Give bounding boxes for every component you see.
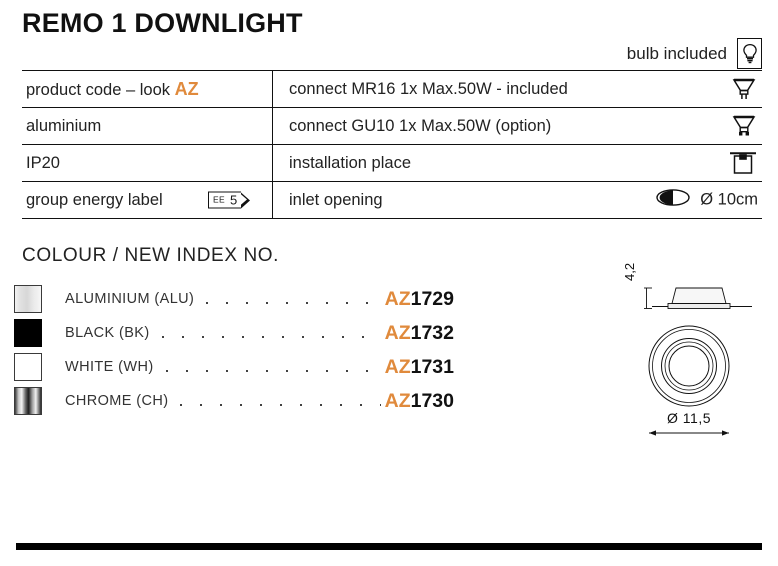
spec-label: aluminium [26,116,102,135]
ceiling-recessed-icon [728,149,758,177]
product-code-prefix: AZ [384,321,411,344]
spec-label: product code – look AZ [26,78,199,99]
mr16-lamp-icon [730,76,758,102]
spec-value: connect GU10 1x Max.50W (option) [289,116,552,135]
dot-leader [152,324,381,342]
list-item: CHROME (CH) AZ1730 [14,384,454,418]
spec-cell-gu10: connect GU10 1x Max.50W (option) [272,107,762,145]
dot-leader [156,358,381,376]
product-code-prefix: AZ [384,389,411,412]
colour-name: WHITE (WH) [65,359,154,375]
gu10-lamp-icon [730,113,758,139]
product-code: AZ1731 [385,356,454,379]
energy-label-value: 5 [229,192,238,208]
chrome-swatch [14,387,42,415]
spec-cell-material: aluminium [22,107,273,145]
product-code-number: 1731 [410,355,454,378]
bulb-included-note: bulb included [627,38,762,69]
spec-value: installation place [289,153,411,172]
spec-value: connect MR16 1x Max.50W - included [289,79,568,98]
energy-label-arrow-icon [240,192,251,208]
product-code: AZ1732 [385,322,454,345]
colour-name: CHROME (CH) [65,393,169,409]
footer-bar [16,543,762,550]
spec-cell-ip-rating: IP20 [22,144,273,182]
product-code-prefix: AZ [384,287,411,310]
dot-leader [197,290,381,308]
technical-drawings: 4,2 Ø 11,5 [600,258,778,448]
table-row: group energy label EE 5 inlet opening Ø … [22,181,763,219]
table-row: aluminium connect GU10 1x Max.50W (optio… [22,107,762,145]
side-view-drawing [652,287,752,309]
colour-name: ALUMINIUM (ALU) [65,291,195,307]
aluminium-swatch [14,285,42,313]
top-view-dimension-arrow [649,430,729,436]
az-accent-text: AZ [174,78,199,99]
white-swatch [14,353,42,381]
top-view-drawing [648,325,730,407]
energy-label-badge: EE 5 [208,191,251,209]
spec-label: group energy label [26,190,163,209]
side-view-dimension-label: 4,2 [622,262,637,281]
table-row: IP20 installation place [22,144,762,182]
spec-cell-installation-place: installation place [272,144,762,182]
page-title: REMO 1 DOWNLIGHT [22,8,303,38]
spec-cell-product-code: product code – look AZ [22,70,273,108]
product-code-number: 1732 [410,321,454,344]
light-bulb-icon [737,38,762,69]
side-view-dimension [644,287,652,309]
list-item: BLACK (BK) AZ1732 [14,316,454,350]
spec-cell-inlet-opening: inlet opening Ø 10cm [273,182,763,219]
specification-table: product code – look AZ connect MR16 1x M… [22,70,762,219]
spec-value: inlet opening [289,190,383,209]
list-item: WHITE (WH) AZ1731 [14,350,454,384]
colour-index-list: ALUMINIUM (ALU) AZ1729 BLACK (BK) AZ1732… [14,282,454,418]
list-item: ALUMINIUM (ALU) AZ1729 [14,282,454,316]
inlet-opening-icon [655,188,691,213]
table-row: product code – look AZ connect MR16 1x M… [22,70,762,108]
bulb-included-label: bulb included [626,43,727,63]
dot-leader [171,392,381,410]
energy-label-prefix: EE [213,194,225,205]
inlet-opening-value: Ø 10cm [700,190,758,209]
energy-label-box: EE 5 [208,191,242,209]
top-view-dimension-label: Ø 11,5 [667,410,711,426]
colour-name: BLACK (BK) [65,325,150,341]
colour-section-heading: COLOUR / NEW INDEX NO. [22,245,280,266]
product-code-number: 1730 [410,389,454,412]
spec-cell-energy-label: group energy label EE 5 [22,181,273,219]
black-swatch [14,319,42,347]
inlet-opening-group: Ø 10cm [655,188,758,213]
product-code: AZ1729 [385,288,454,311]
spec-cell-mr16: connect MR16 1x Max.50W - included [272,70,762,108]
product-code: AZ1730 [385,390,454,413]
product-code-number: 1729 [410,287,454,310]
product-code-prefix: AZ [384,355,411,378]
spec-label: IP20 [26,153,60,172]
